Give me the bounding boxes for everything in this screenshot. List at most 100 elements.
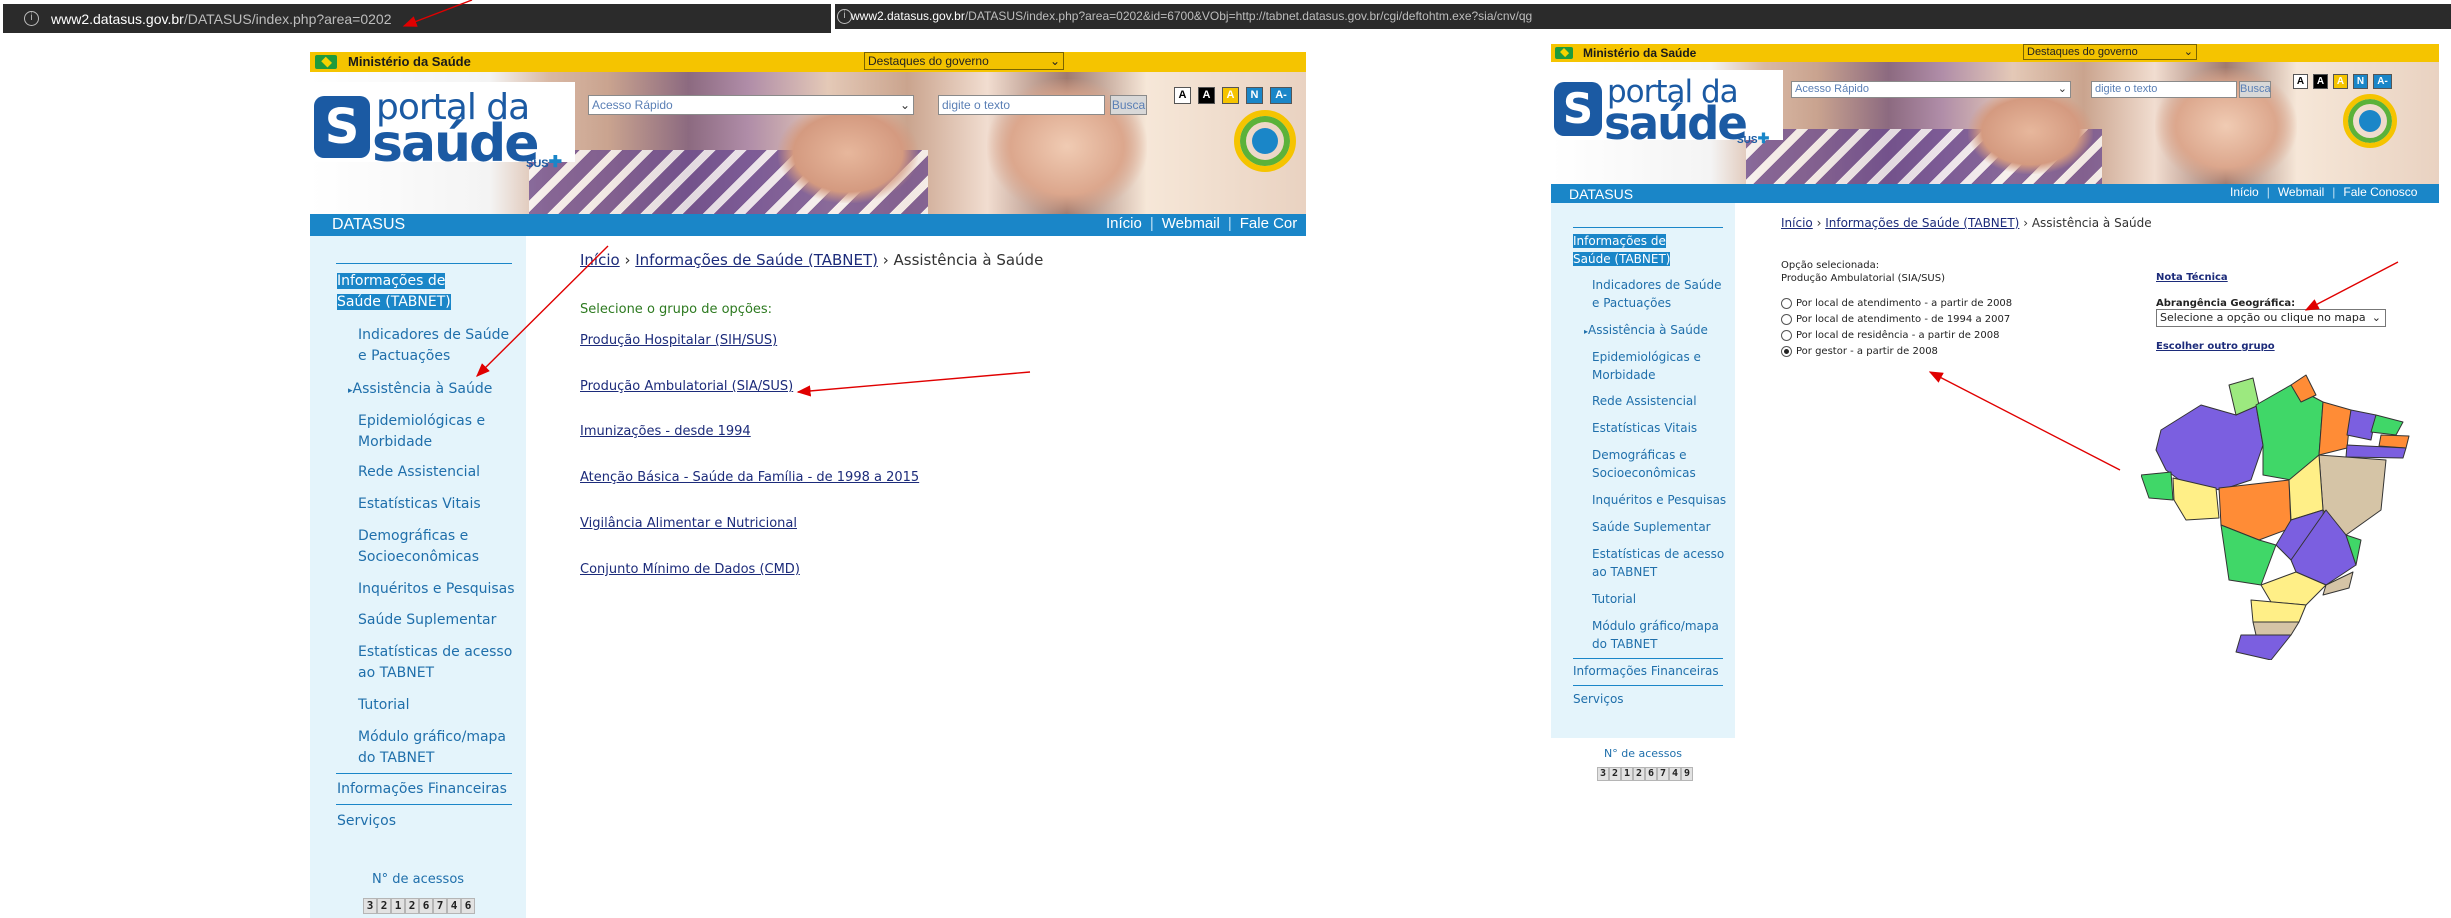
- quick-access-select[interactable]: Acesso Rápido ⌄: [1791, 81, 2071, 98]
- info-icon[interactable]: i: [24, 11, 39, 26]
- font-button-a-yellow[interactable]: A: [2333, 74, 2348, 89]
- sidebar-item-assistencia[interactable]: ▸Assistência à Saúde: [348, 379, 518, 400]
- ministry-label[interactable]: Ministério da Saúde: [348, 54, 471, 69]
- sidebar-item-demograficas[interactable]: Demográficas e Socioeconômicas: [358, 526, 518, 567]
- sidebar-item-suplementar[interactable]: Saúde Suplementar: [358, 610, 518, 631]
- radio-button-icon[interactable]: [1781, 298, 1792, 309]
- sidebar-item-estatisticas[interactable]: Estatísticas Vitais: [358, 494, 518, 515]
- breadcrumb-inicio[interactable]: Início: [580, 251, 620, 269]
- access-counter: 3 2 1 2 6 7 4 9: [1597, 767, 1693, 781]
- link-producao-ambulatorial[interactable]: Produção Ambulatorial (SIA/SUS): [580, 379, 793, 394]
- map-state-rs[interactable]: [2235, 634, 2292, 660]
- search-button[interactable]: Busca: [2239, 81, 2271, 98]
- sidebar-item-servicos[interactable]: Serviços: [1573, 691, 1733, 709]
- map-state-sc[interactable]: [2252, 621, 2300, 636]
- portal-logo-s[interactable]: S: [314, 96, 370, 158]
- escolher-outro-grupo-link[interactable]: Escolher outro grupo: [2156, 341, 2275, 352]
- info-icon[interactable]: i: [837, 9, 852, 24]
- logo-saude-text: saúde: [1604, 97, 1748, 150]
- font-button-n[interactable]: N: [1246, 87, 1263, 104]
- right-url[interactable]: www2.datasus.gov.br/DATASUS/index.php?ar…: [851, 9, 1532, 23]
- left-address-bar[interactable]: i www2.datasus.gov.br/DATASUS/index.php?…: [3, 4, 831, 33]
- abrangencia-select[interactable]: Selecione a opção ou clique no mapa ⌄: [2156, 309, 2386, 327]
- counter-digit: 7: [433, 898, 447, 914]
- sidebar-item-servicos[interactable]: Serviços: [337, 811, 517, 832]
- destaques-select[interactable]: Destaques do governo ⌄: [864, 52, 1064, 70]
- nav-webmail[interactable]: Webmail: [1162, 215, 1220, 232]
- font-button-a-minus[interactable]: A-: [1270, 87, 1292, 104]
- right-address-bar[interactable]: i www2.datasus.gov.br/DATASUS/index.php?…: [835, 4, 2451, 29]
- sidebar-item-modulo-grafico[interactable]: Módulo gráfico/mapa do TABNET: [358, 727, 518, 768]
- brazil-map[interactable]: [2141, 360, 2439, 660]
- sidebar-item-indicadores[interactable]: Indicadores de Saúde e Pactuações: [358, 325, 518, 366]
- link-conjunto-minimo[interactable]: Conjunto Mínimo de Dados (CMD): [580, 562, 800, 577]
- sidebar-item-suplementar[interactable]: Saúde Suplementar: [1592, 519, 1732, 537]
- font-button-a-contrast[interactable]: A: [2313, 74, 2328, 89]
- sidebar-item-tabnet[interactable]: Informações de Saúde (TABNET): [337, 271, 487, 312]
- sidebar-item-indicadores[interactable]: Indicadores de Saúde e Pactuações: [1592, 277, 1732, 313]
- sidebar-item-assistencia[interactable]: ▸Assistência à Saúde: [1584, 322, 1732, 340]
- sidebar-item-estatisticas-acesso[interactable]: Estatísticas de acesso ao TABNET: [358, 642, 518, 683]
- sidebar-item-estatisticas-acesso[interactable]: Estatísticas de acesso ao TABNET: [1592, 546, 1732, 582]
- sidebar-item-tutorial[interactable]: Tutorial: [1592, 591, 1732, 609]
- nav-fale-conosco[interactable]: Fale Cor: [1240, 215, 1298, 232]
- map-state-pb[interactable]: [2378, 434, 2410, 449]
- font-button-a[interactable]: A: [2293, 74, 2308, 89]
- option-local-atendimento-1994[interactable]: Por local de atendimento - de 1994 a 200…: [1781, 314, 2010, 325]
- sidebar-item-estatisticas[interactable]: Estatísticas Vitais: [1592, 420, 1732, 438]
- portal-logo-s[interactable]: S: [1554, 82, 1602, 136]
- nav-inicio[interactable]: Início: [2230, 185, 2259, 199]
- map-state-ac[interactable]: [2141, 471, 2174, 501]
- sidebar-item-tutorial[interactable]: Tutorial: [358, 695, 518, 716]
- logo-sus-text: SUS✚: [1737, 130, 1769, 147]
- search-input[interactable]: digite o texto: [938, 95, 1105, 115]
- sidebar-item-financeiras[interactable]: Informações Financeiras: [337, 779, 517, 800]
- breadcrumb-tabnet[interactable]: Informações de Saúde (TABNET): [635, 251, 878, 269]
- option-local-residencia-2008[interactable]: Por local de residência - a partir de 20…: [1781, 330, 2000, 341]
- nota-tecnica-link[interactable]: Nota Técnica: [2156, 272, 2228, 283]
- sidebar-item-financeiras[interactable]: Informações Financeiras: [1573, 663, 1733, 681]
- nav-separator: |: [1149, 215, 1154, 232]
- sidebar-item-epidemiologicas[interactable]: Epidemiológicas e Morbidade: [1592, 349, 1732, 385]
- map-state-rn[interactable]: [2370, 414, 2404, 436]
- link-vigilancia-alimentar[interactable]: Vigilância Alimentar e Nutricional: [580, 516, 797, 531]
- quick-access-select[interactable]: Acesso Rápido ⌄: [588, 95, 914, 115]
- destaques-select[interactable]: Destaques do governo ⌄: [2023, 44, 2197, 60]
- sidebar-item-tabnet[interactable]: Informações de Saúde (TABNET): [1573, 233, 1703, 269]
- link-atencao-basica[interactable]: Atenção Básica - Saúde da Família - de 1…: [580, 470, 919, 485]
- sidebar-item-modulo-grafico[interactable]: Módulo gráfico/mapa do TABNET: [1592, 618, 1732, 654]
- font-button-a-minus[interactable]: A-: [2373, 74, 2392, 89]
- radio-button-icon[interactable]: [1781, 346, 1792, 357]
- search-button[interactable]: Busca: [1110, 95, 1147, 115]
- access-counter-label: N° de acessos: [371, 872, 465, 887]
- breadcrumb-inicio[interactable]: Início: [1781, 216, 1813, 230]
- ministry-label[interactable]: Ministério da Saúde: [1583, 46, 1696, 60]
- link-imunizacoes[interactable]: Imunizações - desde 1994: [580, 424, 751, 439]
- radio-button-icon[interactable]: [1781, 314, 1792, 325]
- sidebar-item-demograficas[interactable]: Demográficas e Socioeconômicas: [1592, 447, 1732, 483]
- nav-fale-conosco[interactable]: Fale Conosco: [2343, 185, 2417, 199]
- map-state-ma[interactable]: [2318, 401, 2352, 456]
- option-gestor-2008[interactable]: Por gestor - a partir de 2008: [1781, 346, 1938, 357]
- font-button-a[interactable]: A: [1174, 87, 1191, 104]
- font-button-n[interactable]: N: [2353, 74, 2368, 89]
- font-button-a-contrast[interactable]: A: [1198, 87, 1215, 104]
- left-url[interactable]: www2.datasus.gov.br/DATASUS/index.php?ar…: [51, 11, 391, 27]
- map-state-am[interactable]: [2155, 404, 2264, 491]
- sidebar-item-inqueritos[interactable]: Inquéritos e Pesquisas: [358, 579, 518, 600]
- sidebar-item-rede[interactable]: Rede Assistencial: [1592, 393, 1732, 411]
- search-input[interactable]: digite o texto: [2091, 81, 2237, 98]
- nav-inicio[interactable]: Início: [1106, 215, 1142, 232]
- nav-webmail[interactable]: Webmail: [2278, 185, 2324, 199]
- sidebar-divider: [336, 773, 512, 774]
- sidebar-item-rede[interactable]: Rede Assistencial: [358, 462, 518, 483]
- font-button-a-yellow[interactable]: A: [1222, 87, 1239, 104]
- sidebar-item-inqueritos[interactable]: Inquéritos e Pesquisas: [1592, 492, 1732, 510]
- map-state-ce[interactable]: [2346, 409, 2377, 441]
- destaques-value: Destaques do governo: [868, 54, 989, 68]
- sidebar-item-epidemiologicas[interactable]: Epidemiológicas e Morbidade: [358, 411, 518, 452]
- radio-button-icon[interactable]: [1781, 330, 1792, 341]
- option-local-atendimento-2008[interactable]: Por local de atendimento - a partir de 2…: [1781, 298, 2012, 309]
- link-producao-hospitalar[interactable]: Produção Hospitalar (SIH/SUS): [580, 333, 777, 348]
- breadcrumb-tabnet[interactable]: Informações de Saúde (TABNET): [1825, 216, 2019, 230]
